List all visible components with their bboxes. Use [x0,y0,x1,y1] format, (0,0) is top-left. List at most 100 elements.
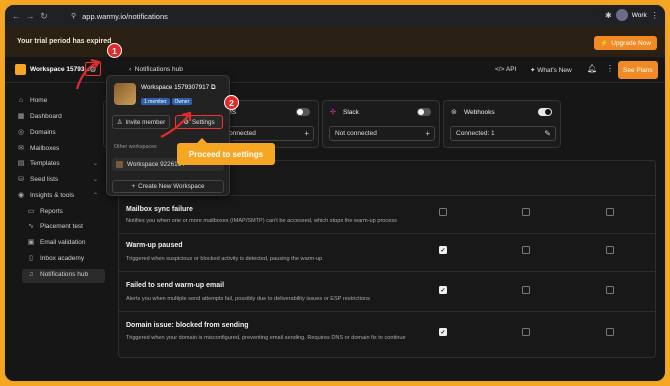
sidebar-item-inbox-academy[interactable]: ▯ Inbox academy [27,254,84,263]
plus-icon[interactable]: + [425,129,430,138]
sidebar-item-placement-test[interactable]: ∿ Placement test [27,222,83,231]
menu-icon[interactable]: ⋮ [651,11,659,20]
sidebar-item-label: Dashboard [30,112,62,120]
workspace-name-text: Workspace 1579307917 [141,84,210,91]
site-info-icon[interactable]: ⚲ [71,12,76,20]
pencil-icon[interactable]: ✎ [544,129,551,138]
checkbox[interactable] [522,286,530,294]
checkbox[interactable] [522,328,530,336]
home-icon: ⌂ [18,97,24,104]
checkbox[interactable] [606,286,614,294]
bell-icon: ♫ [28,271,34,278]
api-link[interactable]: </> API [495,66,516,73]
create-workspace-button[interactable]: + Create New Workspace [112,180,224,193]
checkbox[interactable] [606,208,614,216]
see-plans-label: See Plans [623,66,653,74]
sidebar-item-label: Reports [40,207,63,215]
sidebar-item-domains[interactable]: ◎ Domains [17,128,56,137]
app-frame: ← → ↻ ⚲ app.warmy.io/notifications ✱ Wor… [4,4,666,382]
dropdown-workspace-name: Workspace 1579307917 ⧉ [141,84,215,92]
sidebar-item-seed-lists[interactable]: ⛁ Seed lists [17,175,59,184]
bolt-icon: ⚡ [600,40,609,47]
template-icon: ▤ [17,160,25,167]
api-label: API [505,66,517,73]
sidebar-item-label: Mailboxes [30,144,60,152]
sidebar-item-insights[interactable]: ◉ Insights & tools [17,191,75,200]
checkbox-checked[interactable]: ✓ [439,246,447,254]
reload-icon[interactable]: ↻ [37,11,51,22]
extensions-icon[interactable]: ✱ [605,11,612,20]
notification-title: Warm-up paused [126,242,183,249]
more-icon[interactable]: ⋮ [606,64,614,73]
back-icon[interactable]: ← [9,11,23,21]
notification-description: Triggered when your domain is misconfigu… [126,335,406,341]
chevron-down-icon[interactable]: ⌄ [93,160,98,167]
chevron-down-icon[interactable]: ⌄ [93,176,98,183]
sidebar-item-mailboxes[interactable]: ✉ Mailboxes [17,144,60,153]
address-bar[interactable]: ⚲ app.warmy.io/notifications [65,9,595,23]
plus-icon: + [131,183,136,190]
channel-card-slack: ✣ Slack Not connected + [322,100,440,148]
sidebar: ⌂ Home ▦ Dashboard ◎ Domains ✉ Mailboxes ▤ Te… [5,83,105,381]
chevron-up-icon[interactable]: ⌃ [93,192,98,199]
channel-name: Slack [343,109,359,116]
table-row: Domain issue: blocked from sending Trigg… [119,311,655,357]
annotation-arrow-2 [160,111,192,138]
checkbox[interactable] [522,208,530,216]
sidebar-item-label: Email validation [40,238,86,246]
whats-new-link[interactable]: ✦ What's New [530,66,572,74]
globe-icon: ◎ [17,129,25,136]
profile-chip[interactable]: ✱ Work ⋮ [605,9,659,21]
checkbox-checked[interactable]: ✓ [439,328,447,336]
upgrade-button[interactable]: ⚡ Upgrade Now [594,36,657,50]
checkbox-checked[interactable]: ✓ [439,286,447,294]
webhooks-toggle[interactable] [538,108,552,116]
notification-title: Domain issue: blocked from sending [126,322,249,329]
browser-chrome: ← → ↻ ⚲ app.warmy.io/notifications ✱ Wor… [5,5,665,27]
sidebar-item-label: Domains [30,128,56,136]
workspace-avatar [114,83,136,105]
notification-description: Triggered when suspicious or blocked act… [126,256,323,262]
see-plans-button[interactable]: See Plans [618,61,658,79]
sidebar-item-label: Insights & tools [30,191,75,199]
forward-icon[interactable]: → [23,11,37,21]
sidebar-item-label: Seed lists [30,175,59,183]
checkbox[interactable] [522,246,530,254]
step-2-marker: 2 [224,95,239,110]
checkbox[interactable] [606,328,614,336]
book-icon: ▯ [29,255,33,262]
proceed-tooltip: Proceed to settings [177,138,275,165]
bell-icon[interactable]: 🔔︎ [587,64,597,73]
table-row: Warm-up paused Triggered when suspicious… [119,233,655,271]
create-label: Create New Workspace [138,183,205,190]
sidebar-item-notifications-hub[interactable]: ♫ Notifications hub [27,271,88,278]
slack-toggle[interactable] [417,108,431,116]
channel-card-webhooks: ⊛ Webhooks Connected: 1 ✎ [443,100,561,148]
upgrade-label: Upgrade Now [611,39,651,47]
plus-icon[interactable]: + [304,129,309,138]
slack-status[interactable]: Not connected + [329,126,435,141]
sidebar-item-templates[interactable]: ▤ Templates [17,159,60,168]
sidebar-item-label: Placement test [40,222,83,230]
notification-description: Notifies you when one or more mailboxes … [126,218,397,224]
webhooks-status[interactable]: Connected: 1 ✎ [450,126,556,141]
external-link-icon[interactable]: ⧉ [211,84,216,91]
webhook-icon: ⊛ [451,109,457,116]
dashboard-icon: ▦ [17,113,25,120]
checkbox[interactable] [439,208,447,216]
workspace-thumb-icon [116,161,123,168]
sms-toggle[interactable] [296,108,310,116]
whats-new-label: What's New [537,67,572,74]
sidebar-item-email-validation[interactable]: ▣ Email validation [27,238,86,247]
sidebar-item-label: Home [30,97,48,104]
status-text: Not connected [335,130,377,137]
sidebar-item-reports[interactable]: ▭ Reports [27,207,63,216]
insights-icon: ◉ [17,192,25,199]
profile-label: Work [631,11,647,19]
sidebar-item-dashboard[interactable]: ▦ Dashboard [17,112,62,121]
slack-icon: ✣ [330,109,336,116]
other-workspace-label: Workspace 9226154 [127,161,185,168]
checkbox[interactable] [606,246,614,254]
mail-icon: ✉ [18,145,24,152]
sidebar-item-home[interactable]: ⌂ Home [17,97,47,104]
